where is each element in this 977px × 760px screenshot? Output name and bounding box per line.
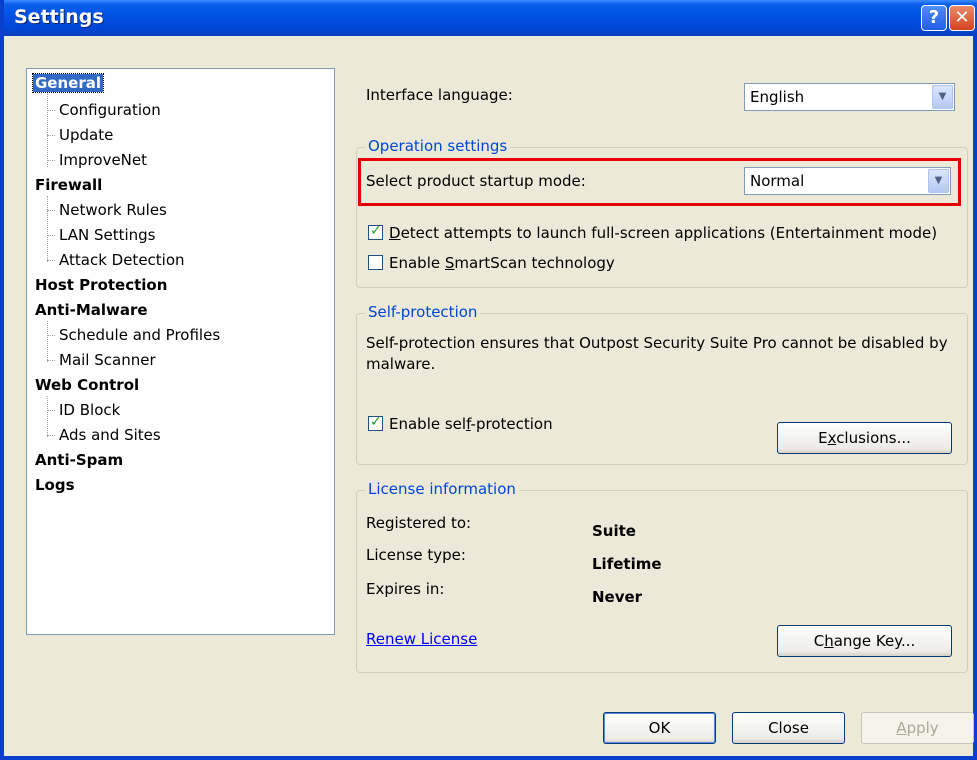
- operation-settings-title: Operation settings: [365, 137, 511, 155]
- access-key: h: [824, 632, 834, 650]
- access-key: x: [827, 429, 837, 447]
- tree-item-label: General: [32, 73, 104, 93]
- tree-item-improvenet[interactable]: ImproveNet: [59, 150, 147, 170]
- tree-connector: [47, 260, 55, 261]
- tree-connector: [47, 396, 48, 437]
- settings-tree[interactable]: General Configuration Update ImproveNet …: [26, 68, 335, 635]
- tree-connector: [47, 160, 55, 161]
- chevron-down-icon[interactable]: ▼: [928, 169, 949, 193]
- tree-item-ads-sites[interactable]: Ads and Sites: [59, 425, 161, 445]
- tree-connector: [47, 435, 55, 436]
- smartscan-label[interactable]: Enable SmartScan technology: [389, 254, 615, 272]
- access-key: D: [389, 224, 401, 242]
- tree-connector: [47, 235, 55, 236]
- label-text: ange Key...: [833, 632, 916, 650]
- tree-connector: [47, 196, 48, 262]
- expires-in-label: Expires in:: [366, 580, 445, 598]
- license-info-title: License information: [365, 480, 519, 498]
- label-text: Enable sel: [389, 415, 467, 433]
- checkmark-icon: ✓: [370, 414, 382, 430]
- label-text: pply: [906, 719, 939, 737]
- tree-item-anti-spam[interactable]: Anti-Spam: [35, 450, 123, 470]
- tree-connector: [47, 210, 55, 211]
- change-key-button[interactable]: Change Key...: [777, 625, 952, 657]
- registered-to-label: Registered to:: [366, 514, 472, 532]
- registered-to-value: Suite: [592, 522, 636, 540]
- tree-connector: [47, 410, 55, 411]
- tree-connector: [47, 135, 55, 136]
- self-protection-checkbox[interactable]: ✓: [368, 414, 383, 431]
- tree-item-general[interactable]: General: [32, 73, 104, 93]
- tree-item-schedule-profiles[interactable]: Schedule and Profiles: [59, 325, 220, 345]
- ok-button[interactable]: OK: [603, 712, 716, 744]
- window-title: Settings: [14, 6, 104, 28]
- close-window-button[interactable]: ✕: [949, 5, 975, 31]
- renew-license-link[interactable]: Renew License: [366, 630, 477, 648]
- label-text: martScan technology: [454, 254, 615, 272]
- exclusions-button[interactable]: Exclusions...: [777, 422, 952, 454]
- access-key: A: [896, 719, 907, 737]
- chevron-down-icon[interactable]: ▼: [932, 85, 953, 109]
- tree-item-web-control[interactable]: Web Control: [35, 375, 139, 395]
- self-protection-description: Self-protection ensures that Outpost Sec…: [366, 334, 948, 373]
- tree-item-id-block[interactable]: ID Block: [59, 400, 120, 420]
- tree-item-lan-settings[interactable]: LAN Settings: [59, 225, 155, 245]
- title-bar[interactable]: Settings ? ✕: [4, 0, 977, 36]
- tree-connector: [47, 360, 55, 361]
- access-key: S: [444, 254, 455, 272]
- label-text: Enable: [389, 254, 445, 272]
- checkmark-icon: ✓: [370, 223, 382, 239]
- startup-mode-value: Normal: [750, 172, 805, 190]
- startup-mode-label: Select product startup mode:: [366, 172, 586, 190]
- self-protection-title: Self-protection: [365, 303, 481, 321]
- license-type-value: Lifetime: [592, 555, 662, 573]
- tree-item-anti-malware[interactable]: Anti-Malware: [35, 300, 148, 320]
- label-text: etect attempts to launch full-screen app…: [400, 224, 938, 242]
- tree-connector: [47, 110, 55, 111]
- entertainment-mode-checkbox[interactable]: ✓: [368, 223, 383, 240]
- label-text: C: [813, 632, 825, 650]
- startup-mode-select[interactable]: Normal ▼: [744, 167, 951, 195]
- interface-language-value: English: [750, 88, 805, 106]
- tree-connector: [47, 89, 48, 167]
- license-type-label: License type:: [366, 546, 466, 564]
- label-text: -protection: [470, 415, 553, 433]
- interface-language-select[interactable]: English ▼: [744, 83, 955, 111]
- tree-connector: [47, 321, 48, 362]
- settings-window: Settings ? ✕ General Configuration Updat…: [0, 0, 977, 760]
- expires-in-value: Never: [592, 588, 643, 606]
- close-button[interactable]: Close: [732, 712, 845, 744]
- smartscan-checkbox[interactable]: [368, 255, 383, 270]
- tree-connector: [47, 335, 55, 336]
- self-protection-label[interactable]: Enable self-protection: [389, 415, 553, 433]
- tree-item-mail-scanner[interactable]: Mail Scanner: [59, 350, 156, 370]
- apply-button[interactable]: Apply: [861, 712, 974, 744]
- tree-item-configuration[interactable]: Configuration: [59, 100, 161, 120]
- tree-item-firewall[interactable]: Firewall: [35, 175, 102, 195]
- interface-language-label: Interface language:: [366, 86, 513, 104]
- tree-item-network-rules[interactable]: Network Rules: [59, 200, 167, 220]
- label-text: clusions...: [836, 429, 911, 447]
- label-text: E: [818, 429, 828, 447]
- tree-item-update[interactable]: Update: [59, 125, 113, 145]
- help-button[interactable]: ?: [921, 5, 947, 31]
- tree-item-host-protection[interactable]: Host Protection: [35, 275, 167, 295]
- tree-item-logs[interactable]: Logs: [35, 475, 75, 495]
- tree-item-attack-detection[interactable]: Attack Detection: [59, 250, 185, 270]
- entertainment-mode-label[interactable]: Detect attempts to launch full-screen ap…: [389, 224, 937, 242]
